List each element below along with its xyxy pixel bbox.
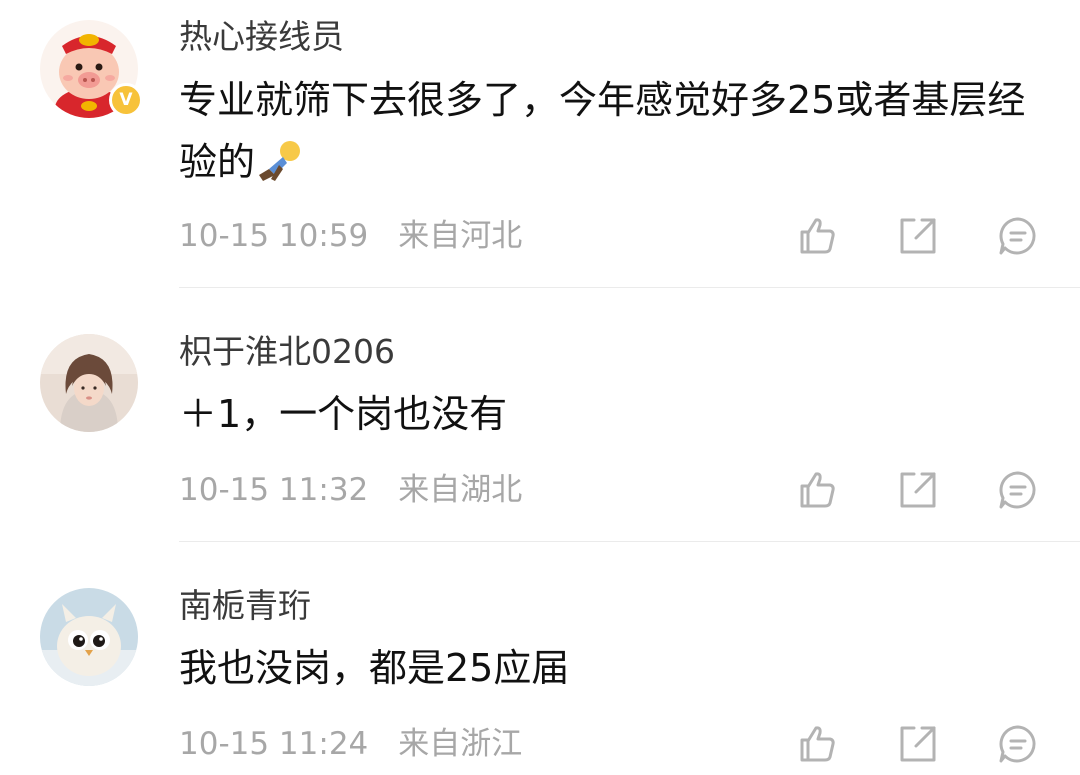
person-lying-icon xyxy=(257,139,303,201)
girl-photo-avatar[interactable] xyxy=(40,334,138,432)
timestamp: 10-15 11:32 xyxy=(179,472,369,508)
timestamp: 10-15 11:24 xyxy=(179,726,369,762)
owl-chick-avatar[interactable] xyxy=(40,588,138,686)
comment-text-content: ＋1，一个岗也没有 xyxy=(179,392,508,436)
comment-icon[interactable] xyxy=(996,468,1040,512)
comment-text: 我也没岗，都是25应届 xyxy=(179,637,1039,699)
username[interactable]: 南栀青珩 xyxy=(179,586,311,626)
share-icon[interactable] xyxy=(896,214,940,258)
comment-meta: 10-15 11:24 来自浙江 xyxy=(179,724,522,764)
comment-icon[interactable] xyxy=(996,722,1040,766)
comment-text-content: 我也没岗，都是25应届 xyxy=(179,646,570,690)
location: 来自河北 xyxy=(398,218,523,254)
like-icon[interactable] xyxy=(796,468,840,512)
comment-feed: V 热心接线员 专业就筛下去很多了，今年感觉好多25或者基层经验的 10-15 … xyxy=(0,0,1080,775)
comment-item: 枳于淮北0206 ＋1，一个岗也没有 10-15 11:32 来自湖北 xyxy=(0,254,1080,542)
username[interactable]: 热心接线员 xyxy=(179,17,344,57)
comment-item: 南栀青珩 我也没岗，都是25应届 10-15 11:24 来自浙江 xyxy=(0,508,1080,764)
location: 来自湖北 xyxy=(398,472,523,508)
comment-icon[interactable] xyxy=(996,214,1040,258)
comment-text: ＋1，一个岗也没有 xyxy=(179,383,1039,445)
comment-item: V 热心接线员 专业就筛下去很多了，今年感觉好多25或者基层经验的 10-15 … xyxy=(0,0,1080,288)
share-icon[interactable] xyxy=(896,468,940,512)
comment-text: 专业就筛下去很多了，今年感觉好多25或者基层经验的 xyxy=(179,69,1039,201)
location: 来自浙江 xyxy=(398,726,523,762)
timestamp: 10-15 10:59 xyxy=(179,218,369,254)
comment-text-content: 专业就筛下去很多了，今年感觉好多25或者基层经验的 xyxy=(179,78,1026,184)
like-icon[interactable] xyxy=(796,214,840,258)
share-icon[interactable] xyxy=(896,722,940,766)
verified-badge-icon: V xyxy=(109,83,143,117)
like-icon[interactable] xyxy=(796,722,840,766)
comment-meta: 10-15 10:59 来自河北 xyxy=(179,216,522,256)
username[interactable]: 枳于淮北0206 xyxy=(179,332,395,372)
comment-meta: 10-15 11:32 来自湖北 xyxy=(179,470,522,510)
